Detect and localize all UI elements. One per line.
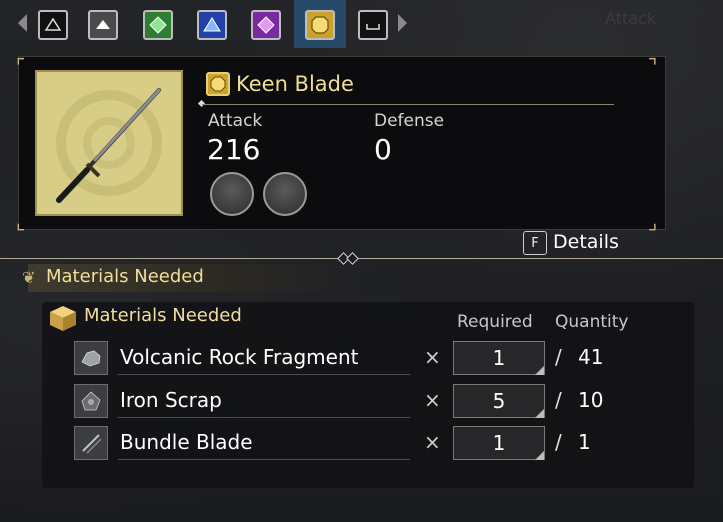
row-underline	[118, 459, 410, 460]
item-name: Keen Blade	[236, 72, 354, 96]
quantity-column-header: Quantity	[555, 312, 629, 332]
details-key-hint[interactable]: F	[523, 231, 547, 255]
multiply-sign: ×	[424, 430, 441, 454]
rock-icon	[74, 341, 108, 375]
attack-value: 216	[207, 133, 261, 166]
multiply-sign: ×	[424, 388, 441, 412]
tab-up-triangle[interactable]	[88, 10, 118, 40]
tab-underscore[interactable]	[358, 10, 388, 40]
tab-purple[interactable]	[251, 10, 281, 40]
item-thumbnail	[35, 70, 183, 216]
material-name: Volcanic Rock Fragment	[120, 345, 359, 369]
owned-quantity: 10	[578, 388, 604, 412]
box-icon	[50, 306, 76, 331]
green-diamond-icon	[149, 16, 167, 34]
empty-socket-slot[interactable]	[263, 172, 307, 216]
empty-socket-slot[interactable]	[210, 172, 254, 216]
katana-icon	[56, 88, 162, 203]
qty-box-notch	[535, 451, 544, 460]
header-ornament-icon: ❦	[22, 268, 36, 287]
multiply-sign: ×	[424, 345, 441, 369]
attack-label: Attack	[208, 111, 263, 131]
underscore-icon	[366, 24, 380, 30]
quantity-slash: /	[555, 345, 562, 369]
required-quantity-box: 1	[453, 341, 545, 375]
defense-label: Defense	[374, 111, 445, 131]
category-tab-bar	[0, 0, 723, 48]
details-button[interactable]: Details	[553, 231, 619, 253]
quantity-slash: /	[555, 388, 562, 412]
material-name: Bundle Blade	[120, 430, 253, 454]
row-underline	[118, 417, 410, 418]
corner-ornament-icon: ⌞	[16, 210, 26, 234]
material-name: Iron Scrap	[120, 388, 222, 412]
qty-box-notch	[535, 366, 544, 375]
gold-octagon-icon	[311, 16, 329, 34]
required-column-header: Required	[457, 312, 533, 332]
tab-gold[interactable]	[305, 10, 335, 40]
iron-scrap-icon	[74, 384, 108, 418]
materials-subtitle: Materials Needed	[84, 305, 242, 326]
purple-diamond-icon	[257, 16, 275, 34]
qty-box-notch	[535, 409, 544, 418]
corner-ornament-icon: ⌝	[648, 54, 658, 78]
up-triangle-icon	[96, 20, 110, 29]
corner-ornament-icon: ⌟	[648, 210, 658, 234]
tab-green[interactable]	[143, 10, 173, 40]
corner-ornament-icon: ⌜	[16, 54, 26, 78]
owned-quantity: 41	[578, 345, 604, 369]
rarity-gold-icon	[206, 72, 230, 96]
tab-next-arrow-icon[interactable]	[398, 14, 407, 32]
materials-section-title: Materials Needed	[46, 266, 204, 287]
section-divider	[0, 258, 723, 259]
triangle-outline-icon	[44, 17, 62, 31]
row-underline	[118, 374, 410, 375]
tab-blue[interactable]	[197, 10, 227, 40]
title-underline	[202, 104, 614, 105]
required-quantity-box: 5	[453, 384, 545, 418]
tab-triangle-outline[interactable]	[38, 10, 68, 40]
owned-quantity: 1	[578, 430, 591, 454]
defense-value: 0	[374, 133, 392, 166]
tab-prev-arrow-icon[interactable]	[18, 14, 27, 32]
quantity-slash: /	[555, 430, 562, 454]
required-quantity-box: 1	[453, 426, 545, 460]
bundle-blade-icon	[74, 426, 108, 460]
blue-triangle-icon	[203, 17, 221, 32]
